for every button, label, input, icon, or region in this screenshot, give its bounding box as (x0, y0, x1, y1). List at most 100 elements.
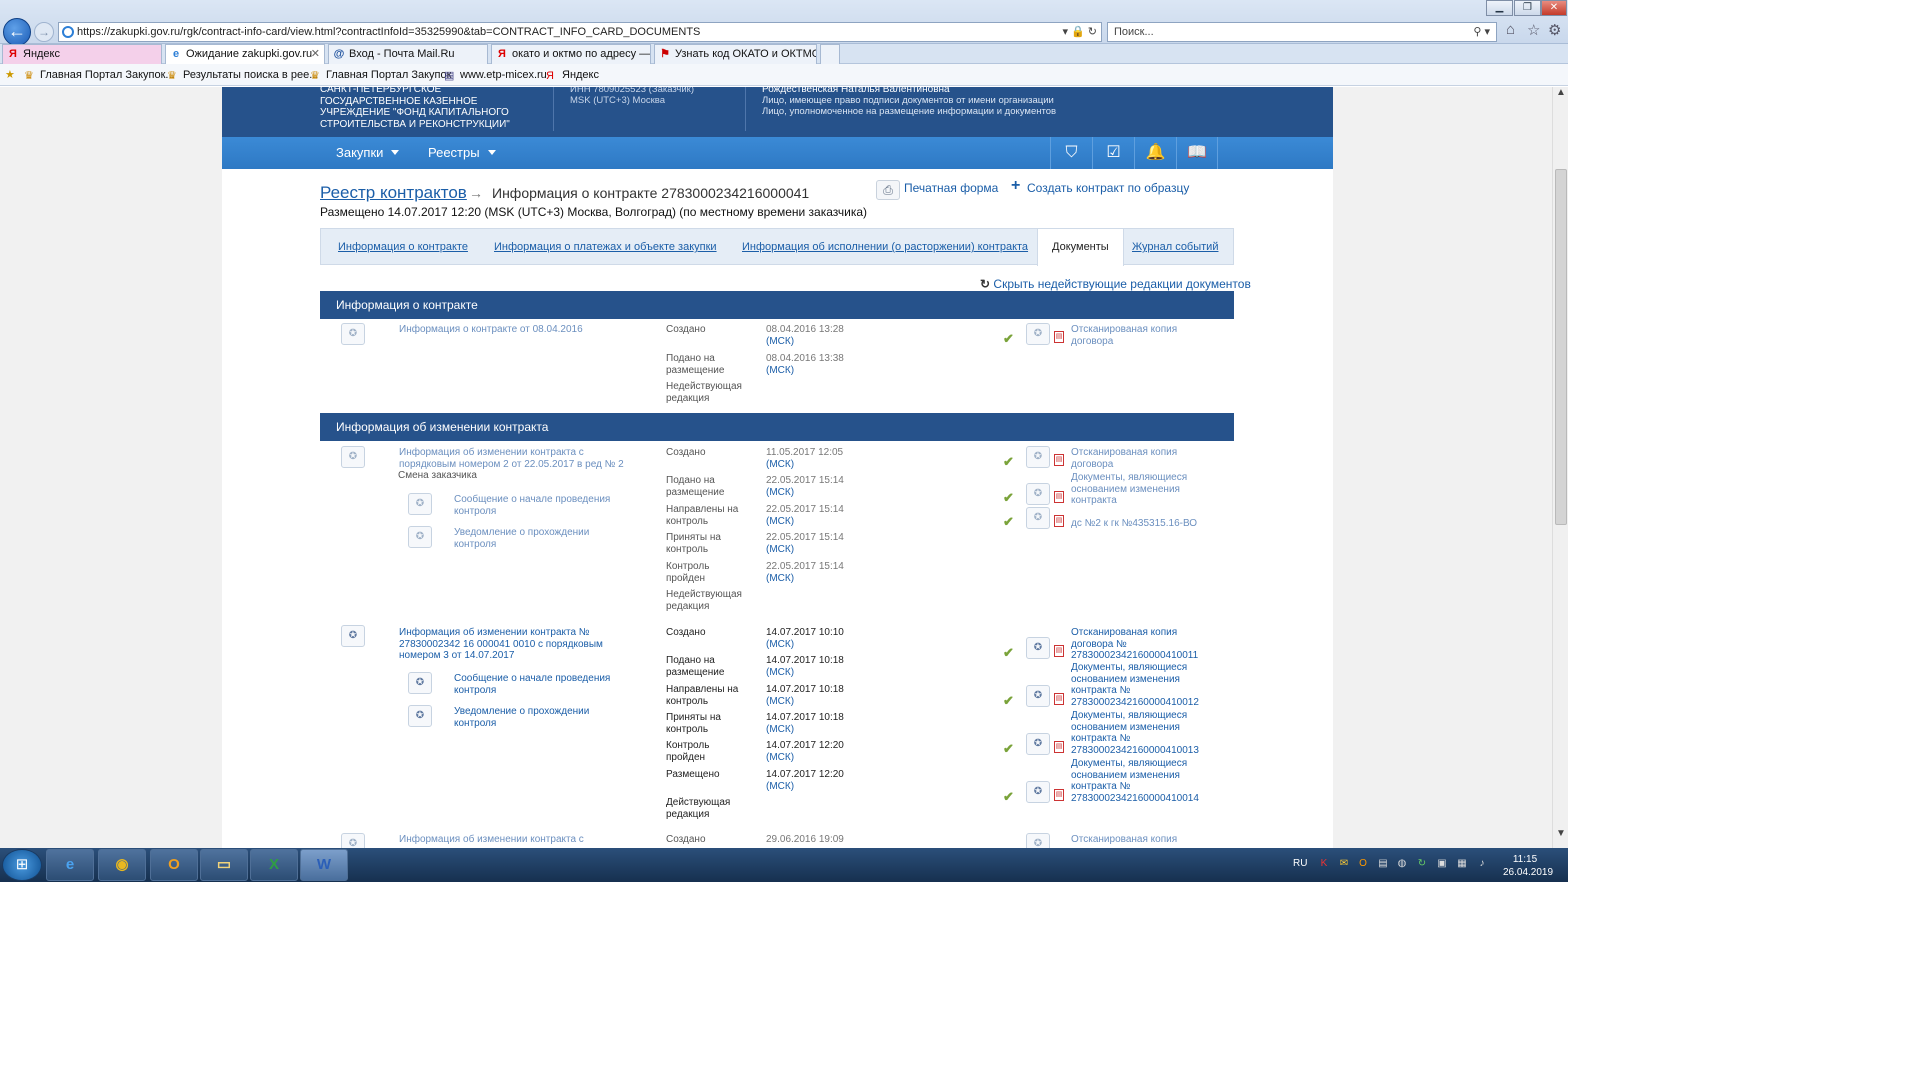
favorite-link[interactable]: ♛ Результаты поиска в рее... (167, 67, 318, 83)
file-link[interactable]: Отсканированая копия договора № 27830002… (1071, 627, 1201, 662)
office-icon[interactable]: O (1357, 858, 1369, 870)
pdf-icon[interactable]: ▤ (1054, 515, 1064, 527)
restore-button[interactable]: ❐ (1514, 0, 1541, 16)
monitor-icon[interactable]: ▣ (1436, 858, 1448, 870)
pdf-icon[interactable]: ▤ (1054, 645, 1064, 657)
favorites-star-icon[interactable]: ★ (5, 67, 15, 83)
network-icon[interactable]: ▦ (1456, 858, 1468, 870)
outlook-taskbar-icon[interactable]: O (150, 849, 198, 881)
update-icon[interactable]: ↻ (1416, 858, 1428, 870)
kaspersky-icon[interactable]: K (1318, 858, 1330, 870)
tab-documents[interactable]: Документы (1037, 228, 1124, 266)
create-contract-link[interactable]: Создать контракт по образцу (1027, 181, 1189, 195)
pdf-icon[interactable]: ▤ (1054, 789, 1064, 801)
favorite-link[interactable]: ♛ Главная Портал Закупок (310, 67, 451, 83)
mail-icon[interactable]: ✉ (1338, 858, 1350, 870)
vertical-scrollbar[interactable]: ▲ ▼ (1552, 87, 1568, 848)
pdf-icon[interactable]: ▤ (1054, 693, 1064, 705)
file-link[interactable]: Документы, являющиеся основанием изменен… (1071, 662, 1201, 708)
back-button[interactable]: ← (3, 18, 31, 46)
browser-tab[interactable]: Я окато и октмо по адресу — Я... (491, 44, 651, 64)
sub-doc-link[interactable]: Сообщение о начале проведения контроля (454, 494, 624, 517)
word-taskbar-icon[interactable]: W (300, 849, 348, 881)
home-icon[interactable]: ⌂ (1506, 21, 1515, 38)
doc-link[interactable]: Информация об изменении контракта с (399, 834, 629, 846)
browser-tab[interactable]: e Ожидание zakupki.gov.ru ✕ (165, 44, 325, 64)
sub-doc-link[interactable]: Уведомление о прохождении контроля (454, 527, 624, 550)
certificate-icon[interactable]: ✪ (341, 323, 365, 345)
book-search-icon[interactable]: 📖 (1176, 137, 1218, 169)
calendar-check-icon[interactable]: ☑ (1092, 137, 1134, 169)
print-form-link[interactable]: Печатная форма (904, 181, 998, 195)
certificate-icon[interactable]: ✪ (408, 493, 432, 515)
certificate-icon[interactable]: ✪ (1026, 446, 1050, 468)
favorite-link[interactable]: ♛ Главная Портал Закупок... (24, 67, 175, 83)
volume-icon[interactable]: ♪ (1476, 858, 1488, 870)
nav-registries-dropdown[interactable]: Реестры (428, 137, 496, 169)
clock[interactable]: 11:15 26.04.2019 (1503, 853, 1553, 879)
scroll-up-icon[interactable]: ▲ (1553, 87, 1569, 103)
scroll-down-icon[interactable]: ▼ (1553, 828, 1569, 844)
doc-link[interactable]: Информация об изменении контракта № 2783… (399, 627, 609, 662)
doc-link[interactable]: Информация об изменении контракта с поря… (399, 447, 629, 470)
certificate-icon[interactable]: ✪ (341, 625, 365, 647)
start-button[interactable]: ⊞ (2, 849, 42, 881)
bell-icon[interactable]: 🔔 (1134, 137, 1176, 169)
certificate-icon[interactable]: ✪ (341, 446, 365, 468)
forward-button[interactable]: → (34, 22, 54, 42)
minimize-button[interactable]: ▁ (1486, 0, 1513, 16)
close-button[interactable]: ✕ (1541, 0, 1567, 16)
file-link[interactable]: дс №2 к гк №435315.16-ВО (1071, 518, 1221, 530)
certificate-icon[interactable]: ✪ (1026, 685, 1050, 707)
sub-doc-link[interactable]: Сообщение о начале проведения контроля (454, 673, 624, 696)
breadcrumb-registry-link[interactable]: Реестр контрактов (320, 183, 467, 203)
scroll-thumb[interactable] (1555, 169, 1567, 525)
file-link[interactable]: Отсканированая копия договора (1071, 324, 1221, 347)
file-link[interactable]: Отсканированая копия договора (1071, 447, 1221, 470)
certificate-icon[interactable]: ✪ (1026, 733, 1050, 755)
language-indicator[interactable]: RU (1293, 858, 1307, 869)
ie-taskbar-icon[interactable]: e (46, 849, 94, 881)
certificate-icon[interactable]: ✪ (1026, 483, 1050, 505)
certificate-icon[interactable]: ✪ (1026, 507, 1050, 529)
browser-tab[interactable]: ⚑ Узнать код ОКАТО и ОКТМО ... (654, 44, 817, 64)
certificate-icon[interactable]: ✪ (408, 672, 432, 694)
certificate-icon[interactable]: ✪ (1026, 833, 1050, 848)
browser-tab[interactable]: Я Яндекс (2, 44, 162, 64)
excel-taskbar-icon[interactable]: X (250, 849, 298, 881)
lock-refresh-icons[interactable]: ▾ 🔒 ↻ (1062, 23, 1097, 41)
tab-payments[interactable]: Информация о платежах и объекте закупки (494, 229, 717, 266)
file-link[interactable]: Отсканированая копия (1071, 834, 1221, 846)
pdf-icon[interactable]: ▤ (1054, 741, 1064, 753)
pdf-icon[interactable]: ▤ (1054, 454, 1064, 466)
address-bar[interactable]: https://zakupki.gov.ru/rgk/contract-info… (58, 22, 1102, 42)
pdf-icon[interactable]: ▤ (1054, 331, 1064, 343)
hide-inactive-link[interactable]: ↻ Скрыть недействующие редакции документ… (980, 277, 1251, 291)
sub-doc-link[interactable]: Уведомление о прохождении контроля (454, 706, 624, 729)
certificate-icon[interactable]: ✪ (408, 705, 432, 727)
file-link[interactable]: Документы, являющиеся основанием изменен… (1071, 758, 1201, 804)
nav-purchases-dropdown[interactable]: Закупки (336, 137, 400, 169)
chrome-taskbar-icon[interactable]: ◉ (98, 849, 146, 881)
file-link[interactable]: Документы, являющиеся основанием изменен… (1071, 710, 1201, 756)
tab-event-log[interactable]: Журнал событий (1132, 229, 1218, 266)
printer-icon[interactable]: ⎙ (876, 180, 900, 200)
favorite-link[interactable]: ▤ www.etp-micex.ru (444, 67, 547, 83)
security-icon[interactable]: ◍ (1396, 858, 1408, 870)
tab-execution[interactable]: Информация об исполнении (о расторжении)… (742, 229, 1028, 266)
certificate-icon[interactable]: ✪ (408, 526, 432, 548)
certificate-icon[interactable]: ✪ (1026, 781, 1050, 803)
browser-tab[interactable]: @ Вход - Почта Mail.Ru (328, 44, 488, 64)
favorite-link[interactable]: Я Яндекс (546, 67, 599, 83)
favorites-star-icon[interactable]: ☆ (1527, 21, 1540, 39)
keyboard-icon[interactable]: ▤ (1377, 858, 1389, 870)
explorer-taskbar-icon[interactable]: ▭ (200, 849, 248, 881)
shield-icon[interactable]: ⛉ (1050, 137, 1092, 169)
certificate-icon[interactable]: ✪ (1026, 323, 1050, 345)
search-box[interactable]: Поиск... ⚲ ▾ (1107, 22, 1497, 42)
file-link[interactable]: Документы, являющиеся основанием изменен… (1071, 472, 1221, 507)
gear-icon[interactable]: ⚙ (1548, 21, 1561, 39)
certificate-icon[interactable]: ✪ (1026, 637, 1050, 659)
search-icon[interactable]: ⚲ ▾ (1473, 23, 1490, 41)
certificate-icon[interactable]: ✪ (341, 833, 365, 848)
